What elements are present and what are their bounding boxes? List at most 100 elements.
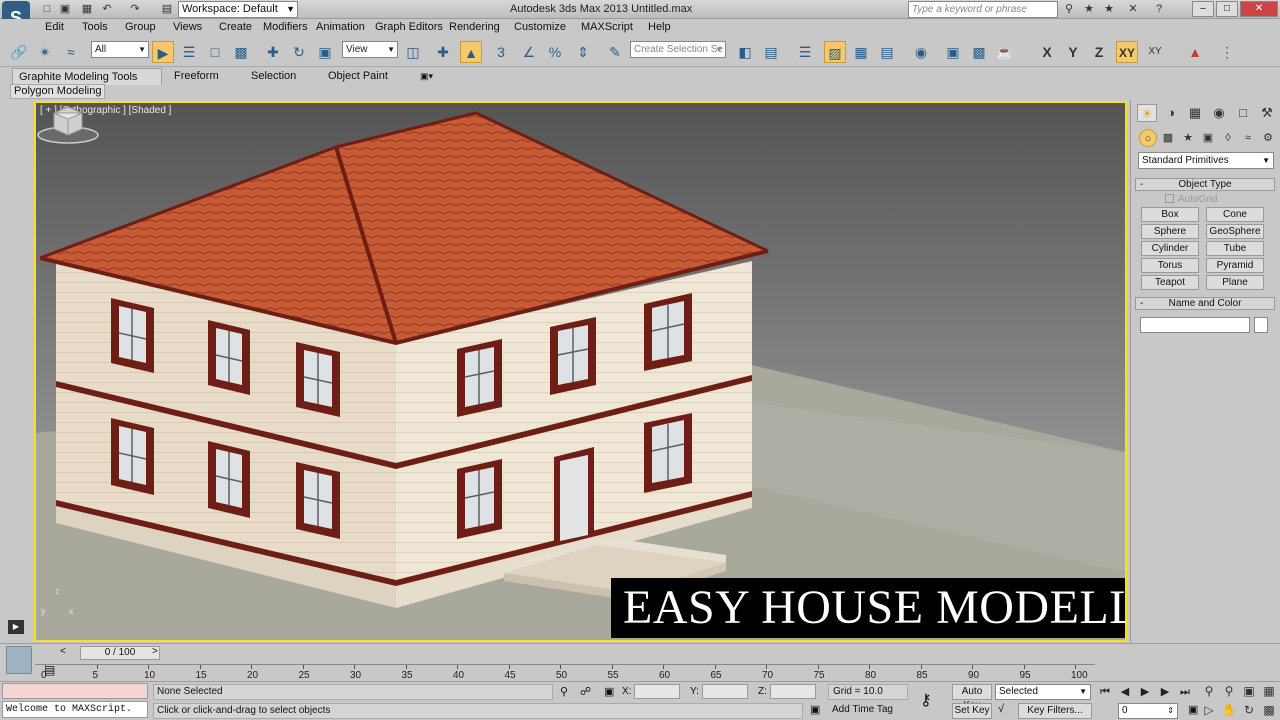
bind-space-warp-icon[interactable]: ≈ [60, 41, 82, 63]
tab-selection[interactable]: Selection [245, 68, 302, 85]
hierarchy-tab-icon[interactable]: ▦ [1185, 104, 1205, 122]
menu-edit[interactable]: Edit [45, 21, 64, 33]
axis-x-button[interactable]: X [1036, 41, 1058, 63]
select-and-link-icon[interactable]: 🔗 [8, 41, 30, 63]
keyboard-shortcut-override-icon[interactable]: ▲ [460, 41, 482, 63]
close-x-icon[interactable]: ✕ [1126, 3, 1140, 16]
isolate-icon[interactable]: ☍ [580, 685, 591, 698]
systems-icon[interactable]: ⚙ [1259, 129, 1277, 147]
maxscript-output[interactable]: Welcome to MAXScript. [2, 701, 148, 718]
create-tab-icon[interactable]: ☀ [1137, 104, 1157, 122]
current-frame-field[interactable]: 0 ⇕ [1118, 703, 1178, 719]
menu-create[interactable]: Create [219, 21, 252, 33]
key-icon[interactable]: ⚷ [920, 690, 932, 710]
select-and-rotate-icon[interactable]: ↻ [288, 41, 310, 63]
mini-curve-editor-icon[interactable] [6, 646, 32, 674]
play-icon[interactable]: ▶ [1136, 684, 1154, 700]
open-file-icon[interactable]: ▣ [58, 3, 72, 16]
cone-button[interactable]: Cone [1206, 207, 1264, 222]
menu-views[interactable]: Views [173, 21, 202, 33]
geometry-icon[interactable]: ○ [1139, 129, 1157, 147]
communication-center-icon[interactable]: ★ [1102, 3, 1116, 16]
select-and-move-icon[interactable]: ✚ [262, 41, 284, 63]
axis-y-button[interactable]: Y [1062, 41, 1084, 63]
menu-rendering[interactable]: Rendering [449, 21, 500, 33]
y-coord-field[interactable] [702, 684, 748, 699]
minimize-button[interactable]: – [1192, 1, 1214, 17]
cameras-icon[interactable]: ▣ [1199, 129, 1217, 147]
object-color-swatch[interactable] [1254, 317, 1268, 333]
time-configuration-icon[interactable]: ▣ [1188, 703, 1198, 716]
unlink-icon[interactable]: ✴ [34, 41, 56, 63]
snaps-toggle-icon[interactable]: 3 [490, 41, 512, 63]
binoculars-icon[interactable]: ⚲ [1062, 3, 1076, 16]
material-editor-icon[interactable]: ▣ [942, 41, 964, 63]
select-by-name-icon[interactable]: ☰ [178, 41, 200, 63]
menu-customize[interactable]: Customize [514, 21, 566, 33]
helpers-icon[interactable]: ◊ [1219, 129, 1237, 147]
curve-editor-icon[interactable]: ▤ [876, 41, 898, 63]
toggle-scene-explorer-icon[interactable]: ☰ [794, 41, 816, 63]
go-to-end-icon[interactable]: ⏭ [1176, 684, 1194, 700]
reference-coordinate-dropdown[interactable]: View ▼ [342, 41, 398, 58]
tab-object-paint[interactable]: Object Paint [322, 68, 394, 85]
close-button[interactable]: ✕ [1240, 1, 1278, 17]
toggle-layer-explorer-icon[interactable]: ▨ [824, 41, 846, 63]
menu-maxscript[interactable]: MAXScript [581, 21, 633, 33]
angle-snap-icon[interactable]: ∠ [518, 41, 540, 63]
search-input[interactable]: Type a keyword or phrase [908, 1, 1058, 18]
tab-freeform[interactable]: Freeform [168, 68, 225, 85]
plane-button[interactable]: Plane [1206, 275, 1264, 290]
particle-view-icon[interactable]: ⋮ [1216, 41, 1238, 63]
menu-help[interactable]: Help [648, 21, 671, 33]
menu-graph-editors[interactable]: Graph Editors [375, 21, 443, 33]
redo-icon[interactable]: ↷ [128, 3, 142, 16]
render-production-icon[interactable]: ☕ [994, 41, 1016, 63]
pyramid-button[interactable]: Pyramid [1206, 258, 1264, 273]
named-selection-set-dropdown[interactable]: Create Selection Se ▼ [630, 41, 726, 58]
select-object-icon[interactable]: ▶ [152, 41, 174, 63]
category-dropdown[interactable]: Standard Primitives ▼ [1138, 152, 1274, 169]
axis-xy-cycle-icon[interactable]: XY [1144, 41, 1166, 63]
workspace-dropdown[interactable]: Workspace: Default ▼ [178, 1, 298, 18]
manipulate-icon[interactable]: ✚ [432, 41, 454, 63]
zoom-icon[interactable]: ⚲ [1200, 683, 1218, 699]
x-coord-field[interactable] [634, 684, 680, 699]
timeline-ruler[interactable]: 0 5 10 15 20 25 30 35 40 45 50 55 60 65 70 75 80 85 90 95 10… [35, 664, 1095, 681]
schematic-view-icon[interactable]: ◉ [910, 41, 932, 63]
lock-selection-icon[interactable]: ⚲ [560, 685, 568, 698]
object-name-field[interactable] [1140, 317, 1250, 333]
utilities-tab-icon[interactable]: ⚒ [1257, 104, 1277, 122]
time-slider[interactable]: 0 / 100 [80, 646, 160, 660]
absolute-mode-icon[interactable]: ▣ [604, 685, 614, 698]
key-filters-button[interactable]: Key Filters... [1018, 703, 1092, 719]
geosphere-button[interactable]: GeoSphere [1206, 224, 1264, 239]
maximize-viewport-icon[interactable]: ▩ [1260, 702, 1278, 718]
maximize-button[interactable]: □ [1216, 1, 1238, 17]
viewport-orthographic[interactable]: [ + ] [Orthographic ] [Shaded ] z y x EA… [34, 101, 1127, 642]
help-icon[interactable]: ? [1152, 3, 1166, 16]
ribbon-options-icon[interactable]: ▣▾ [414, 68, 439, 85]
display-tab-icon[interactable]: □ [1233, 104, 1253, 122]
ribbon-panel-polygon-modeling[interactable]: Polygon Modeling [10, 84, 106, 99]
axis-xy-button[interactable]: XY [1116, 41, 1138, 63]
render-setup-icon[interactable]: ▩ [968, 41, 990, 63]
name-and-color-rollout[interactable]: - Name and Color [1135, 297, 1275, 310]
go-to-start-icon[interactable]: ⏮ [1096, 684, 1114, 700]
play-arrow-icon[interactable]: ▶ [8, 620, 24, 634]
pan-icon[interactable]: ✋ [1220, 702, 1238, 718]
time-slider-prev[interactable]: < [60, 646, 66, 657]
key-mode-dropdown[interactable]: Selected ▼ [995, 684, 1091, 700]
save-icon[interactable]: ▦ [80, 3, 94, 16]
spinner-snap-icon[interactable]: ⇕ [572, 41, 594, 63]
tab-graphite-modeling-tools[interactable]: Graphite Modeling Tools [12, 68, 162, 85]
subscription-icon[interactable]: ★ [1082, 3, 1096, 16]
modify-tab-icon[interactable]: ◑ [1161, 104, 1181, 122]
ik-tools-icon[interactable]: ▲ [1184, 41, 1206, 63]
zoom-extents-icon[interactable]: ▣ [1240, 683, 1258, 699]
rectangular-selection-icon[interactable]: □ [204, 41, 226, 63]
shapes-icon[interactable]: ▩ [1159, 129, 1177, 147]
cylinder-button[interactable]: Cylinder [1141, 241, 1199, 256]
menu-animation[interactable]: Animation [316, 21, 365, 33]
percent-snap-icon[interactable]: % [544, 41, 566, 63]
